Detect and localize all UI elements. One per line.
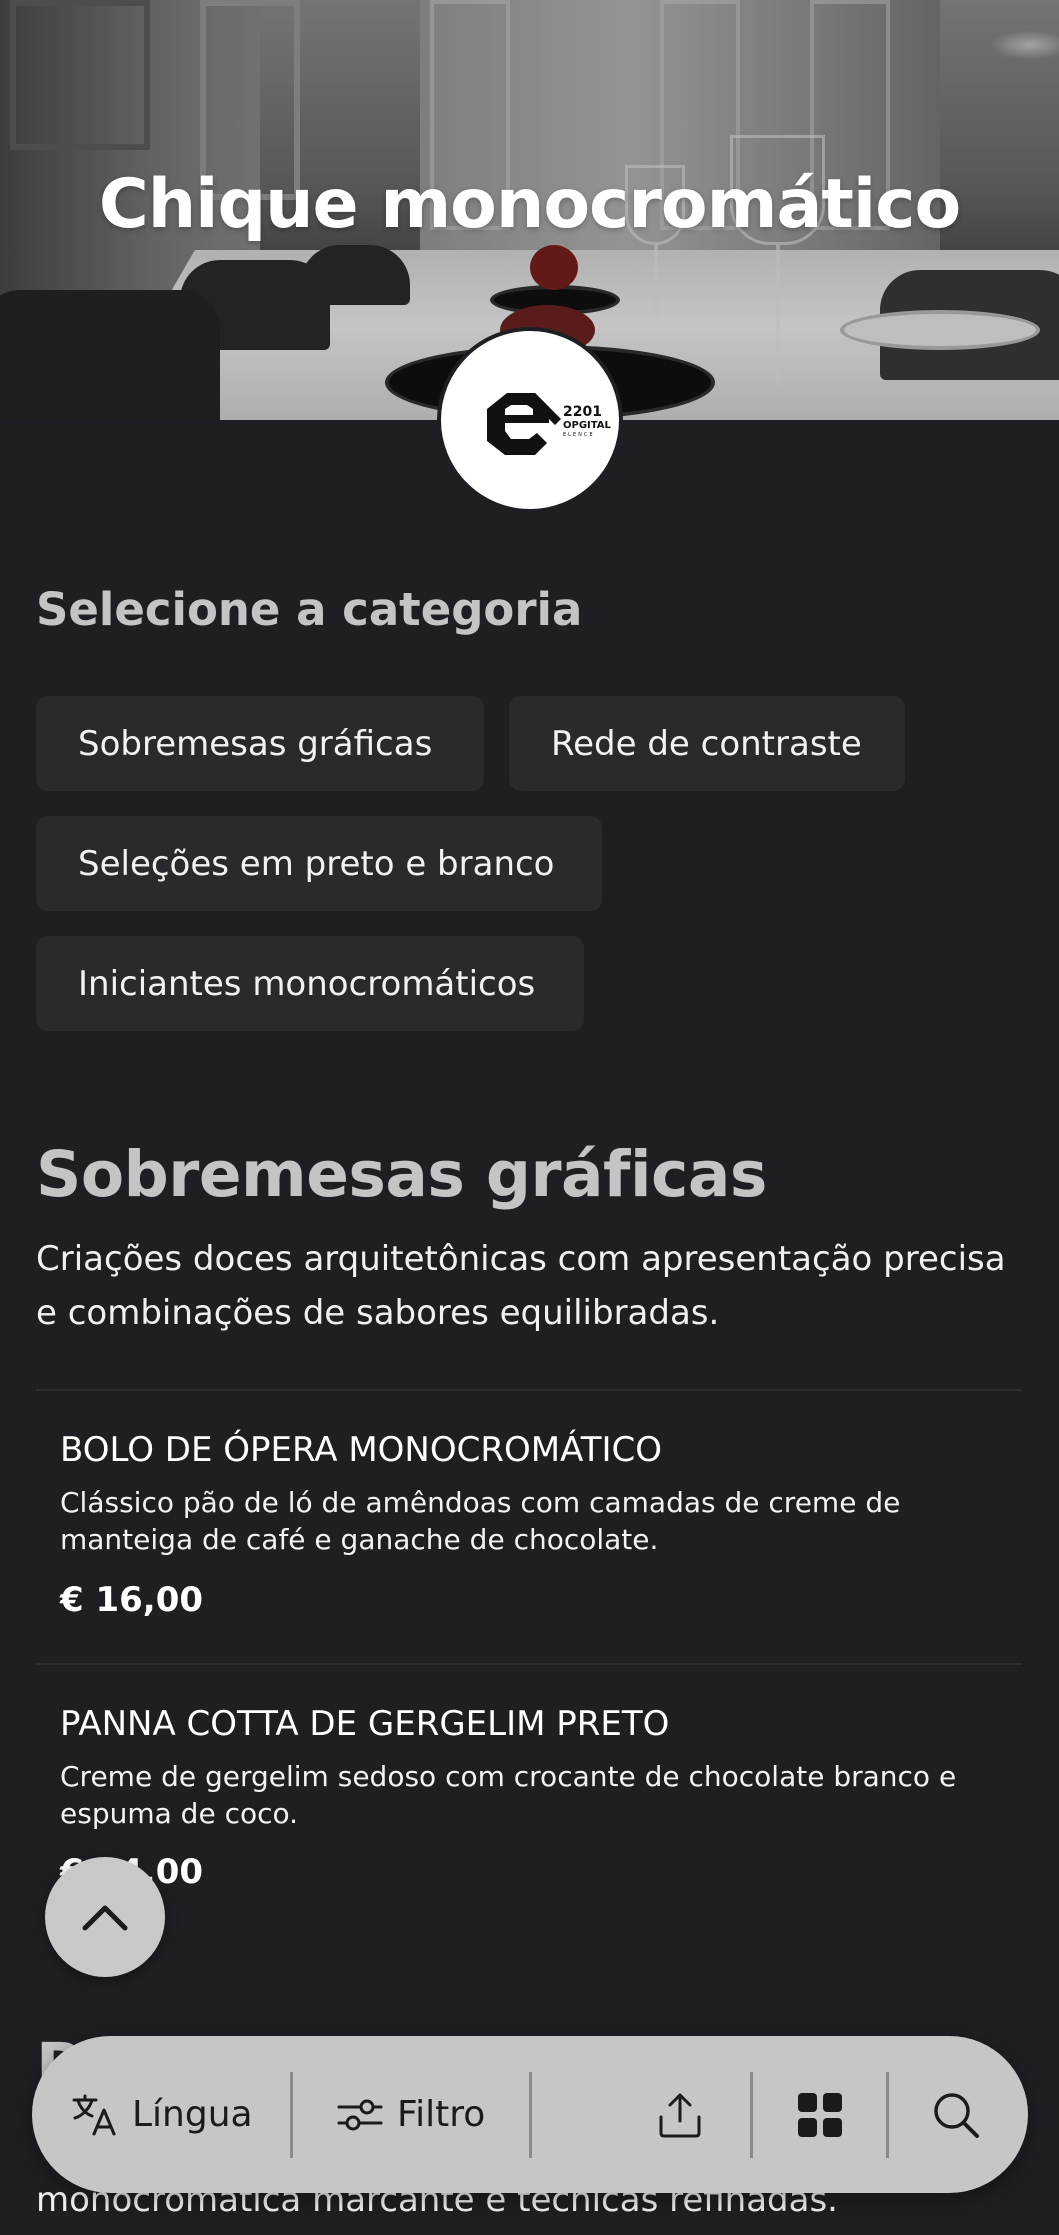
logo-wordmark: 2201 OPGITAL ELENCE [563, 404, 611, 438]
toolbar-separator [290, 2072, 293, 2158]
divider [36, 1663, 1022, 1665]
language-button[interactable]: Língua [72, 2036, 253, 2193]
logo-mark-icon [487, 393, 561, 455]
category-chip-selecoes-preto-branco[interactable]: Seleções em preto e branco [36, 816, 602, 911]
search-icon [934, 2092, 979, 2138]
toolbar-separator [886, 2072, 889, 2158]
category-chip-iniciantes-monocromaticos[interactable]: Iniciantes monocromáticos [36, 936, 584, 1031]
restaurant-title: Chique monocromático [98, 165, 961, 244]
menu-item-description: Creme de gergelim sedoso com crocante de… [60, 1760, 957, 1830]
grid-view-button[interactable] [796, 2036, 844, 2193]
menu-item-name: BOLO DE ÓPERA MONOCROMÁTICO [60, 1430, 662, 1470]
toolbar-separator [750, 2072, 753, 2158]
chevron-up-icon [82, 1905, 128, 1931]
menu-item-description: Clássico pão de ló de amêndoas com camad… [60, 1486, 901, 1556]
menu-item-price: € 16,00 [60, 1580, 204, 1620]
translate-icon [72, 2094, 116, 2135]
filter-button[interactable]: Filtro [337, 2036, 485, 2193]
filter-label: Filtro [397, 2094, 486, 2135]
share-button[interactable] [657, 2036, 703, 2193]
divider [36, 1389, 1022, 1391]
bottom-toolbar: Língua Filtro [32, 2036, 1028, 2193]
share-icon [659, 2093, 701, 2137]
language-label: Língua [132, 2094, 253, 2135]
menu-item-name: PANNA COTTA DE GERGELIM PRETO [60, 1704, 670, 1744]
menu-page: Chique monocromático 2201 OPGITAL ELENCE… [0, 0, 1059, 2235]
category-chip-rede-de-contraste[interactable]: Rede de contraste [509, 696, 905, 791]
filter-icon [337, 2099, 383, 2130]
category-heading: Selecione a categoria [36, 583, 583, 636]
search-button[interactable] [932, 2036, 980, 2193]
category-chip-sobremesas-graficas[interactable]: Sobremesas gráficas [36, 696, 484, 791]
toolbar-separator [529, 2072, 532, 2158]
restaurant-logo: 2201 OPGITAL ELENCE [437, 327, 623, 513]
section-description: Criações doces arquitetônicas com aprese… [36, 1239, 1006, 1333]
scroll-to-top-button[interactable] [45, 1857, 165, 1977]
section-title: Sobremesas gráficas [36, 1138, 767, 1211]
grid-icon [798, 2092, 842, 2137]
